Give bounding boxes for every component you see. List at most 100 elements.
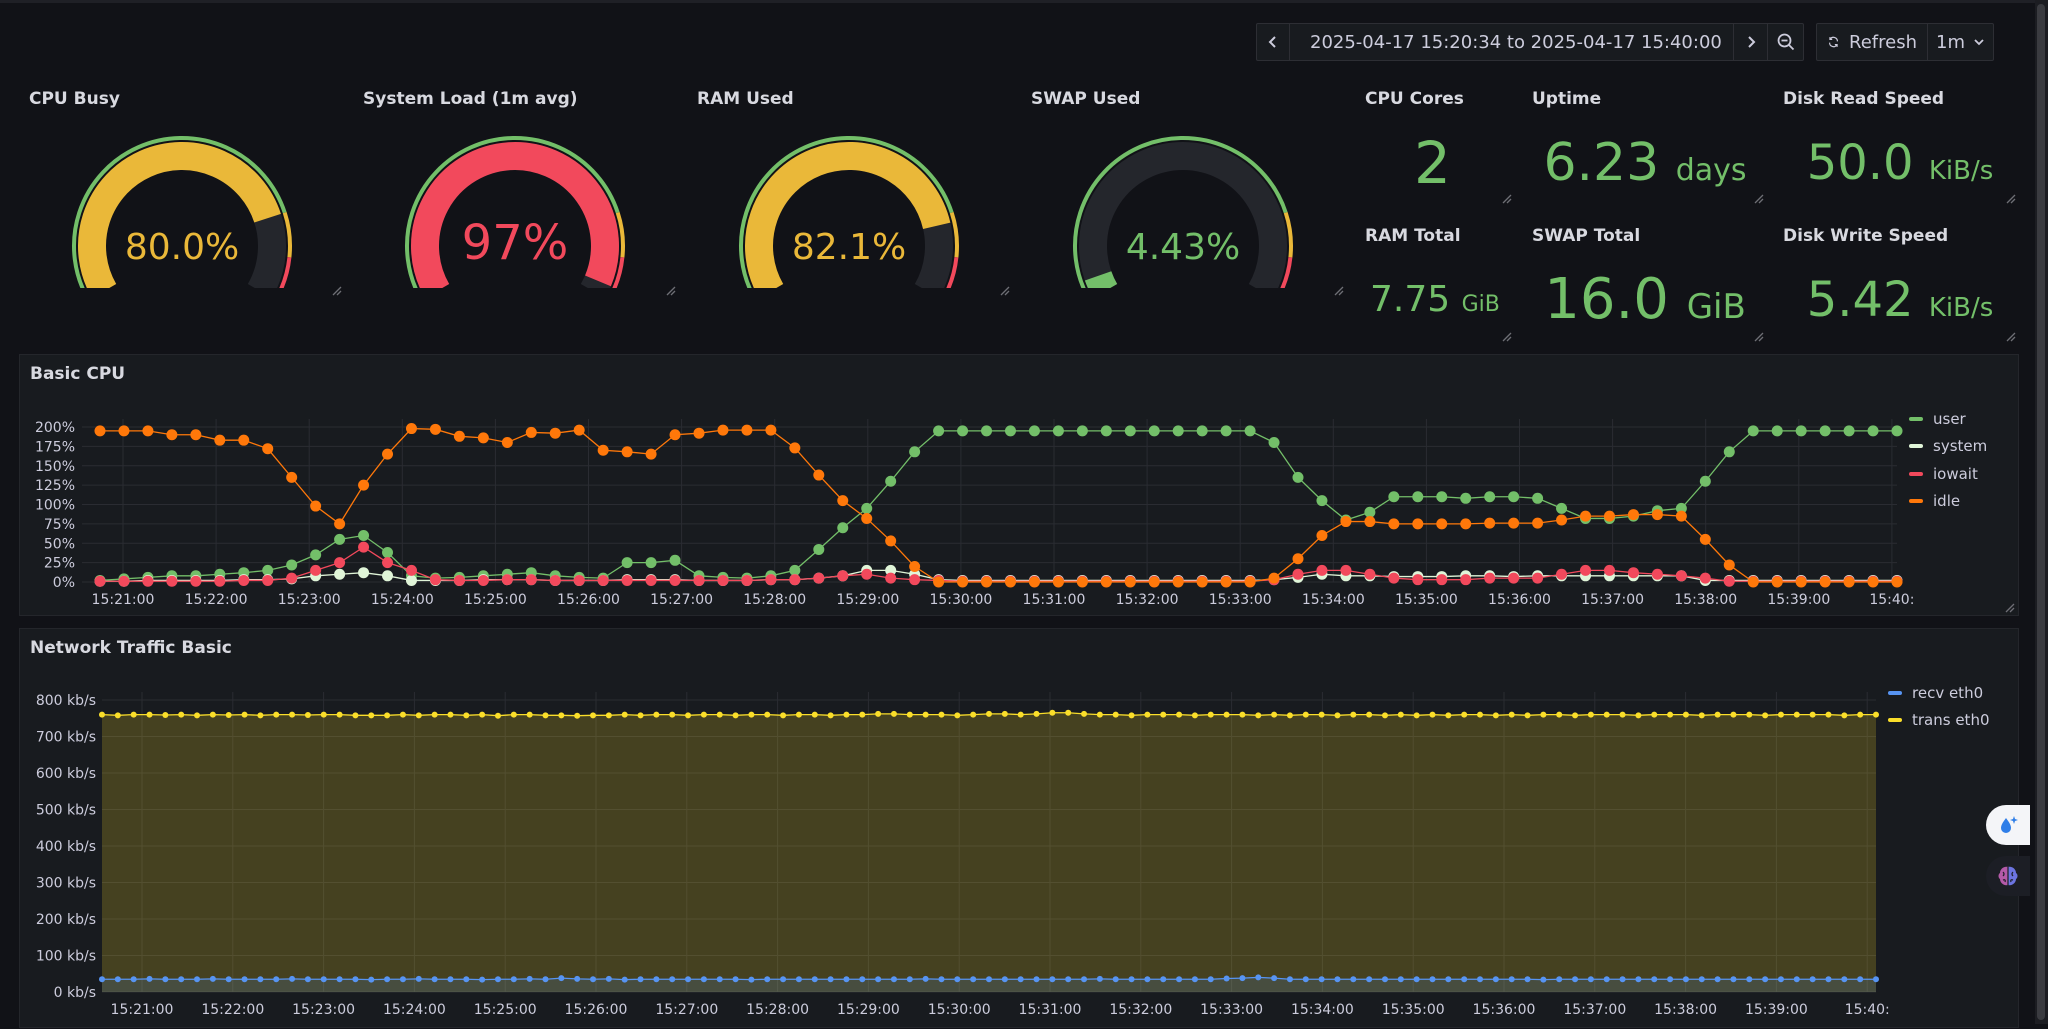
data-point-idle <box>190 429 202 441</box>
legend-item-idle[interactable]: idle <box>1909 488 1987 516</box>
data-point-recv-eth0 <box>178 976 185 983</box>
data-point-user <box>334 533 346 545</box>
data-point-iowait <box>501 574 513 586</box>
x-tick-label: 15:22:00 <box>185 592 248 608</box>
data-point-iowait <box>1627 567 1639 579</box>
data-point-trans-eth0 <box>352 712 359 719</box>
data-point-user <box>1196 425 1208 437</box>
data-point-recv-eth0 <box>1001 976 1008 983</box>
data-point-recv-eth0 <box>114 976 121 983</box>
resize-handle[interactable] <box>2003 601 2015 613</box>
gauge-fill <box>78 142 281 288</box>
data-point-iowait <box>1412 574 1424 586</box>
data-point-iowait <box>1460 574 1472 586</box>
data-point-idle <box>1292 553 1304 565</box>
data-point-recv-eth0 <box>748 976 755 983</box>
resize-handle[interactable] <box>2004 330 2016 342</box>
data-point-recv-eth0 <box>1286 976 1293 983</box>
resize-handle[interactable] <box>330 284 342 296</box>
cpu-legend: user system iowait idle <box>1909 405 1987 515</box>
cpu-chart[interactable]: 200% 175% 150% 125% 100% 75% 50% 25% 0% 15:21:00 1… <box>20 355 2020 617</box>
data-point-idle <box>933 576 945 588</box>
data-point-recv-eth0 <box>146 975 153 982</box>
data-point-idle <box>214 434 226 446</box>
resize-handle[interactable] <box>664 284 676 296</box>
x-tick-label: 15:34:00 <box>1302 592 1365 608</box>
data-point-iowait <box>789 574 801 586</box>
refresh-button[interactable]: Refresh <box>1817 24 1927 60</box>
y-tick-label: 300 kb/s <box>36 876 96 892</box>
resize-handle[interactable] <box>1500 330 1512 342</box>
x-tick-label: 15:25:00 <box>464 592 527 608</box>
stat-value: 16.0 GiB <box>1540 264 1750 343</box>
x-tick-label: 15:32:00 <box>1116 592 1179 608</box>
data-point-idle <box>1100 576 1112 588</box>
data-point-recv-eth0 <box>1112 976 1119 983</box>
data-point-idle <box>405 423 417 435</box>
legend-item-trans-eth0[interactable]: trans eth0 <box>1888 707 1990 735</box>
data-point-recv-eth0 <box>241 976 248 983</box>
data-point-recv-eth0 <box>574 975 581 982</box>
assistant-button[interactable] <box>1986 805 2030 845</box>
data-point-user <box>1220 425 1232 437</box>
zoom-out-icon <box>1777 33 1794 51</box>
time-back-button[interactable] <box>1257 24 1289 60</box>
time-forward-button[interactable] <box>1733 24 1767 60</box>
data-point-iowait <box>525 574 537 586</box>
stat-unit: GiB <box>1461 292 1500 317</box>
data-point-user <box>621 557 633 569</box>
resize-handle[interactable] <box>2004 192 2016 204</box>
data-point-trans-eth0 <box>1508 711 1515 718</box>
data-point-system <box>334 568 346 580</box>
resize-handle[interactable] <box>1332 284 1344 296</box>
data-point-user <box>933 425 945 437</box>
stat-number: 16.0 <box>1544 267 1669 332</box>
scrollbar-thumb[interactable] <box>2037 4 2045 1020</box>
data-point-recv-eth0 <box>1635 976 1642 983</box>
data-point-idle <box>334 518 346 530</box>
data-point-recv-eth0 <box>526 975 533 982</box>
data-point-trans-eth0 <box>463 712 470 719</box>
series-area-trans-eth0 <box>102 712 1876 992</box>
ai-brain-button[interactable] <box>1986 856 2030 896</box>
chevron-left-icon <box>1268 36 1276 48</box>
panel-title: SWAP Used <box>1031 89 1141 109</box>
legend-item-user[interactable]: user <box>1909 405 1987 433</box>
data-point-system <box>358 567 370 579</box>
legend-item-system[interactable]: system <box>1909 433 1987 461</box>
resize-handle[interactable] <box>1752 192 1764 204</box>
data-point-iowait <box>885 572 897 584</box>
data-point-user <box>1148 425 1160 437</box>
resize-handle[interactable] <box>998 284 1010 296</box>
data-point-trans-eth0 <box>1461 711 1468 718</box>
data-point-recv-eth0 <box>289 975 296 982</box>
data-point-idle <box>1532 517 1544 529</box>
zoom-out-button[interactable] <box>1767 24 1803 60</box>
data-point-recv-eth0 <box>811 976 818 983</box>
stat-value: 5.42 KiB/s <box>1790 264 2010 344</box>
page-scrollbar[interactable] <box>2035 0 2048 1024</box>
data-point-idle <box>1388 518 1400 530</box>
data-point-idle <box>1867 576 1879 588</box>
data-point-user <box>310 549 322 561</box>
network-chart[interactable]: 800 kb/s 700 kb/s 600 kb/s 500 kb/s 400 kb/s… <box>20 629 2020 1029</box>
data-point-recv-eth0 <box>1144 976 1151 983</box>
data-point-recv-eth0 <box>1160 976 1167 983</box>
data-point-trans-eth0 <box>732 712 739 719</box>
y-tick-label: 0% <box>53 575 75 591</box>
data-point-recv-eth0 <box>1556 976 1563 983</box>
legend-item-iowait[interactable]: iowait <box>1909 460 1987 488</box>
legend-item-recv-eth0[interactable]: recv eth0 <box>1888 679 1990 707</box>
data-point-recv-eth0 <box>1413 976 1420 983</box>
data-point-idle <box>310 500 322 512</box>
data-point-idle <box>1340 516 1352 528</box>
refresh-interval-select[interactable]: 1m <box>1927 24 1993 60</box>
resize-handle[interactable] <box>1752 330 1764 342</box>
time-range-button[interactable]: 2025-04-17 15:20:34 to 2025-04-17 15:40:… <box>1289 24 1733 60</box>
refresh-interval-value: 1m <box>1936 31 1965 53</box>
data-point-trans-eth0 <box>1873 711 1879 718</box>
resize-handle[interactable] <box>1500 192 1512 204</box>
y-tick-label: 75% <box>44 517 75 533</box>
data-point-recv-eth0 <box>1762 976 1769 983</box>
data-point-trans-eth0 <box>1793 711 1800 718</box>
